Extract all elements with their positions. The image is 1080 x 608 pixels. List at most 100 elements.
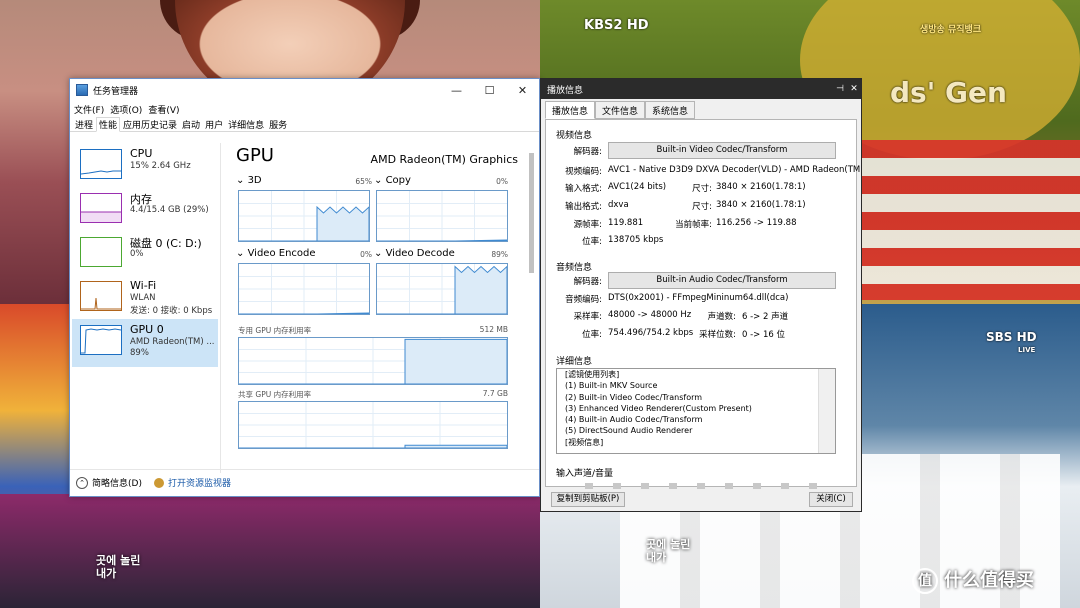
- audio-bitrate-label: 位率:: [582, 330, 602, 340]
- channel-meter: [781, 483, 789, 489]
- channel-meter: [753, 483, 761, 489]
- output-size-label: 尺寸:: [692, 202, 712, 212]
- engine-percent: 0%: [360, 250, 372, 259]
- banner-text: ds' Gen: [890, 76, 1007, 109]
- task-manager-window[interactable]: 任务管理器 — ☐ ✕ 文件(F) 选项(O) 查看(V) 进程 性能 应用历史…: [69, 78, 540, 497]
- engine-decode-selector[interactable]: ⌄ Video Decode: [374, 248, 455, 259]
- close-icon[interactable]: ✕: [506, 84, 539, 97]
- scrollbar-thumb[interactable]: [529, 153, 534, 273]
- video-decoder-button[interactable]: Built-in Video Codec/Transform: [608, 142, 836, 159]
- broadcast-tag: 생방송 뮤직뱅크: [920, 25, 982, 35]
- detail-line: (3) Enhanced Video Renderer(Custom Prese…: [565, 403, 752, 413]
- source-fps-label: 源帧率:: [573, 220, 602, 230]
- subtitle-right: 곳에 놀린 내가: [646, 538, 691, 564]
- watermark-text: 什么值得买: [944, 570, 1034, 591]
- resource-disk[interactable]: 磁盘 0 (C: D:) 0%: [72, 231, 218, 279]
- dedicated-memory-graph: [238, 337, 508, 385]
- detail-line: (1) Built-in MKV Source: [565, 381, 658, 391]
- resource-gpu[interactable]: GPU 0 AMD Radeon(TM) ... 89%: [72, 319, 218, 367]
- gpu-model: AMD Radeon(TM) Graphics: [370, 153, 518, 166]
- resource-list: CPU 15% 2.64 GHz 内存 4.4/15.4 GB (29%) 磁盘…: [72, 143, 218, 473]
- tab-performance[interactable]: 性能: [96, 117, 121, 132]
- shared-memory-graph: [238, 401, 508, 449]
- gpu-thumbnail: [80, 325, 122, 355]
- tab-playback-info[interactable]: 播放信息: [545, 101, 596, 119]
- pin-icon[interactable]: ⊣: [833, 84, 847, 94]
- video-bitrate-value: 138705 kbps: [608, 235, 664, 245]
- engine-label: 3D: [247, 175, 262, 186]
- tab-system-info[interactable]: 系统信息: [645, 101, 696, 119]
- menu-options[interactable]: 选项(O): [110, 103, 142, 116]
- stage-floor: [0, 494, 540, 608]
- scrollbar[interactable]: [528, 143, 536, 473]
- detail-line: (4) Built-in Audio Codec/Transform: [565, 415, 703, 425]
- dedicated-memory-max: 512 MB: [479, 325, 508, 334]
- resource-detail: 0%: [130, 249, 144, 259]
- channels-value: 6 -> 2 声道: [742, 312, 789, 322]
- engine-3d-selector[interactable]: ⌄ 3D: [236, 175, 262, 186]
- memory-thumbnail: [80, 193, 122, 223]
- resource-monitor-label: 打开资源监视器: [168, 479, 232, 489]
- current-fps-value: 116.256 -> 119.88: [716, 218, 797, 228]
- dedicated-memory-label: 专用 GPU 内存利用率: [238, 326, 312, 335]
- summary-label: 简略信息(D): [92, 479, 142, 489]
- maximize-icon[interactable]: ☐: [473, 84, 506, 97]
- audio-decoder-button[interactable]: Built-in Audio Codec/Transform: [608, 272, 836, 289]
- output-format-value: dxva: [608, 200, 629, 210]
- detail-scrollbar[interactable]: [818, 369, 835, 453]
- filter-list-box[interactable]: [滤镜使用列表] (1) Built-in MKV Source (2) Bui…: [556, 368, 836, 454]
- detail-line: (5) DirectSound Audio Renderer: [565, 426, 693, 436]
- input-size-value: 3840 × 2160(1.78:1): [716, 182, 806, 192]
- engine-percent: 89%: [491, 250, 508, 259]
- sample-bits-value: 0 -> 16 位: [742, 330, 786, 340]
- engine-copy-selector[interactable]: ⌄ Copy: [374, 175, 411, 186]
- channel-meter: [641, 483, 649, 489]
- copy-to-clipboard-button[interactable]: 复制到剪贴板(P): [551, 492, 625, 507]
- window-title: 任务管理器: [93, 86, 139, 97]
- current-fps-label: 当前帧率:: [675, 220, 712, 230]
- playback-info-titlebar[interactable]: 播放信息 ⊣ ✕: [541, 79, 861, 99]
- resource-name: CPU: [130, 147, 153, 160]
- tab-services[interactable]: 服务: [267, 118, 289, 131]
- resource-name: Wi-Fi: [130, 279, 157, 292]
- resource-detail-2: 89%: [130, 348, 149, 358]
- engine-graph-copy: [376, 190, 508, 242]
- resource-cpu[interactable]: CPU 15% 2.64 GHz: [72, 143, 218, 191]
- summary-toggle[interactable]: ⌃ 简略信息(D): [76, 476, 142, 489]
- channel-meter: [585, 483, 593, 489]
- tab-startup[interactable]: 启动: [180, 118, 202, 131]
- source-fps-value: 119.881: [608, 218, 644, 228]
- minimize-icon[interactable]: —: [440, 84, 473, 97]
- close-icon[interactable]: ✕: [847, 84, 861, 94]
- task-manager-icon: [76, 84, 88, 96]
- striped-costume: [860, 140, 1080, 300]
- channel-meter: [669, 483, 677, 489]
- menu-bar: 文件(F) 选项(O) 查看(V): [70, 101, 539, 117]
- audio-section-title: 音频信息: [556, 263, 593, 273]
- tab-app-history[interactable]: 应用历史记录: [121, 118, 179, 131]
- tab-details[interactable]: 详细信息: [226, 118, 266, 131]
- channel-section-title: 输入声道/音量: [556, 469, 614, 479]
- engine-percent: 65%: [355, 177, 372, 186]
- engine-percent: 0%: [496, 177, 508, 186]
- resource-wifi[interactable]: Wi-Fi WLAN 发送: 0 接收: 0 Kbps: [72, 275, 218, 323]
- engine-encode-selector[interactable]: ⌄ Video Encode: [236, 248, 316, 259]
- tab-processes[interactable]: 进程: [73, 118, 95, 131]
- engine-label: Video Encode: [247, 248, 316, 259]
- menu-view[interactable]: 查看(V): [148, 103, 179, 116]
- gpu-detail-pane: GPU AMD Radeon(TM) Graphics ⌄ 3D 65% ⌄ C…: [228, 143, 518, 473]
- task-manager-titlebar[interactable]: 任务管理器 — ☐ ✕: [70, 79, 539, 101]
- resource-monitor-icon: [154, 477, 164, 488]
- open-resource-monitor-link[interactable]: 打开资源监视器: [154, 476, 231, 489]
- resource-memory[interactable]: 内存 4.4/15.4 GB (29%): [72, 187, 218, 235]
- close-button[interactable]: 关闭(C): [809, 492, 853, 507]
- tab-file-info[interactable]: 文件信息: [595, 101, 646, 119]
- audio-bitrate-value: 754.496/754.2 kbps: [608, 328, 694, 338]
- detail-section-title: 详细信息: [556, 357, 593, 367]
- tab-users[interactable]: 用户: [203, 118, 225, 131]
- resource-detail-2: 发送: 0 接收: 0 Kbps: [130, 306, 213, 316]
- menu-file[interactable]: 文件(F): [74, 103, 104, 116]
- channel-meter: [725, 483, 733, 489]
- playback-info-window[interactable]: 播放信息 ⊣ ✕ 播放信息 文件信息 系统信息 视频信息 解码器: Built-…: [540, 78, 862, 512]
- channel-meter: [809, 483, 817, 489]
